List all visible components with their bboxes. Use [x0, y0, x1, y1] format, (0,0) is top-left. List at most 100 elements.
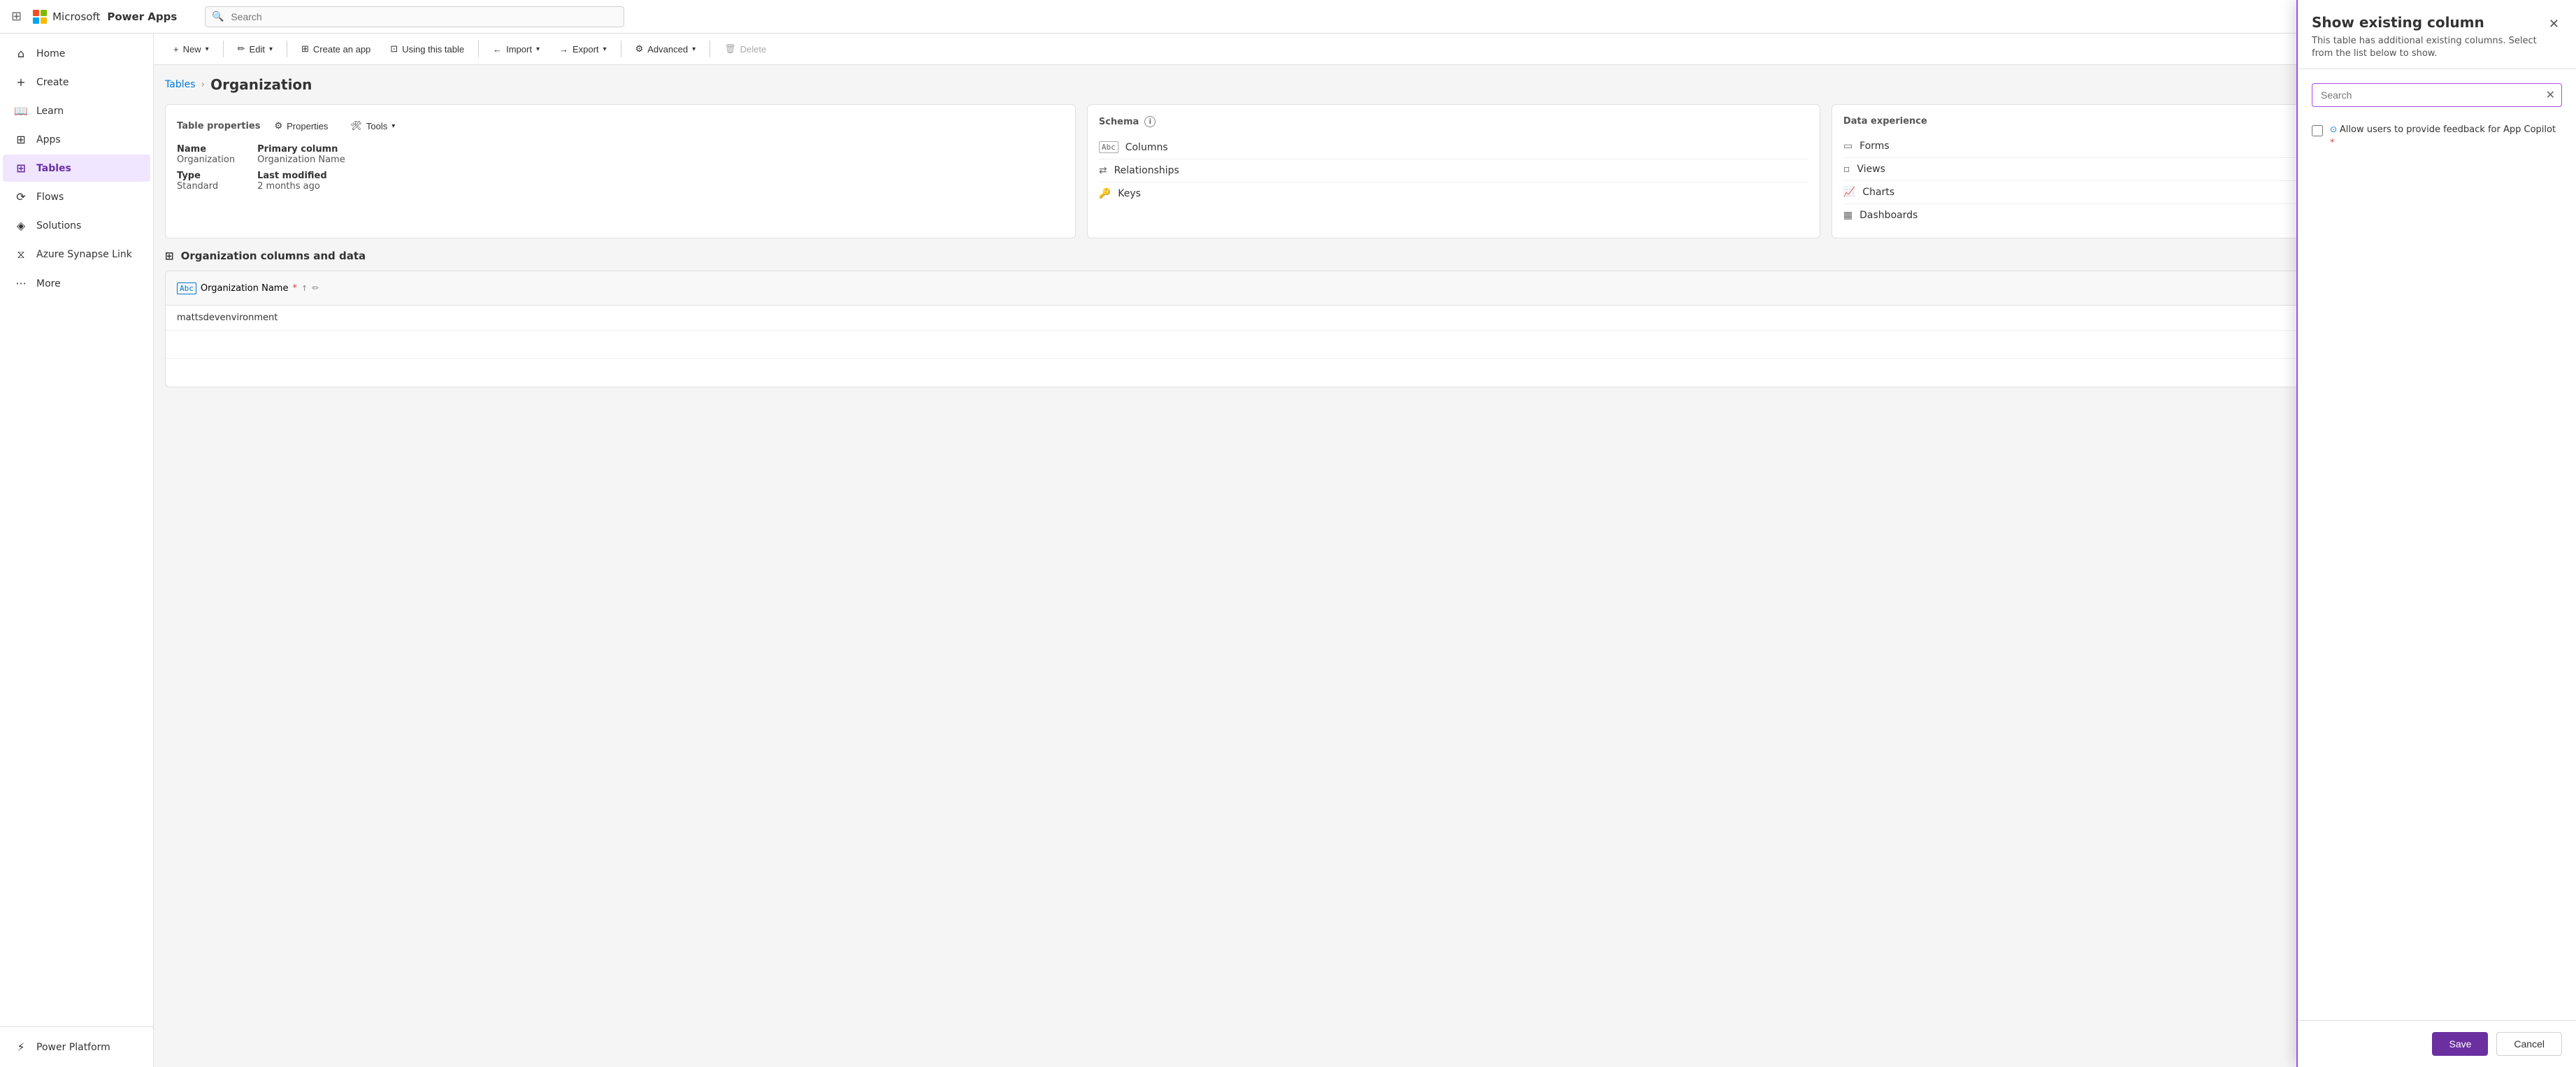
edit-icon: ✏ — [238, 43, 245, 55]
sidebar-item-azure-synapse[interactable]: ⧖ Azure Synapse Link — [3, 241, 150, 268]
edit-label: Edit — [250, 44, 265, 55]
copilot-feedback-checkbox[interactable] — [2312, 125, 2323, 136]
more-icon: ··· — [14, 277, 28, 290]
sidebar-bottom: ⚡ Power Platform — [0, 1026, 153, 1061]
cancel-button[interactable]: Cancel — [2496, 1032, 2562, 1056]
type-field: Type Standard — [177, 171, 235, 192]
logo: Microsoft Power Apps — [33, 10, 177, 24]
panel-subtitle: This table has additional existing colum… — [2312, 35, 2546, 60]
sort-icon[interactable]: ↑ — [301, 284, 308, 293]
new-button[interactable]: + New ▾ — [165, 40, 217, 59]
table-properties-card: Table properties ⚙ Properties 🛠 Tools ▾ — [165, 104, 1076, 238]
toggle-icon: ⊙ — [2330, 124, 2340, 134]
sidebar-label-more: More — [36, 278, 61, 289]
last-modified-field: Last modified 2 months ago — [257, 171, 345, 192]
delete-button[interactable]: 🗑 Delete — [716, 39, 775, 59]
azure-synapse-icon: ⧖ — [14, 248, 28, 262]
sidebar-label-tables: Tables — [36, 163, 71, 174]
sidebar: ⌂ Home + Create 📖 Learn ⊞ Apps ⊞ Tables … — [0, 34, 154, 1067]
name-field: Name Organization — [177, 144, 235, 165]
using-table-button[interactable]: ⊡ Using this table — [382, 39, 473, 59]
copilot-feedback-label: ⊙ Allow users to provide feedback for Ap… — [2330, 124, 2562, 149]
advanced-button[interactable]: ⚙ Advanced ▾ — [627, 39, 705, 59]
new-chevron-icon: ▾ — [206, 45, 209, 53]
data-exp-charts-label: Charts — [1862, 187, 1894, 198]
last-modified-value: 2 months ago — [257, 181, 345, 192]
power-platform-icon: ⚡ — [14, 1040, 28, 1054]
edit-column-icon[interactable]: ✏ — [312, 283, 319, 293]
properties-button[interactable]: ⚙ Properties — [266, 116, 336, 136]
search-icon: 🔍 — [212, 11, 224, 22]
panel-title: Show existing column — [2312, 14, 2546, 31]
data-exp-views-label: Views — [1857, 164, 1885, 175]
export-label: Export — [573, 44, 599, 55]
relationships-icon: ⇄ — [1099, 165, 1107, 176]
sidebar-item-solutions[interactable]: ◈ Solutions — [3, 212, 150, 239]
search-input[interactable] — [205, 6, 624, 27]
export-button[interactable]: → Export ▾ — [551, 40, 615, 59]
cards-row: Table properties ⚙ Properties 🛠 Tools ▾ — [154, 99, 2576, 250]
schema-label: Schema — [1099, 117, 1139, 127]
edit-button[interactable]: ✏ Edit ▾ — [229, 39, 281, 59]
sidebar-item-flows[interactable]: ⟳ Flows — [3, 183, 150, 210]
advanced-icon: ⚙ — [635, 43, 644, 55]
create-icon: + — [14, 76, 28, 89]
search-bar[interactable]: 🔍 — [205, 6, 624, 27]
new-icon: + — [173, 44, 179, 55]
sidebar-item-more[interactable]: ··· More — [3, 270, 150, 297]
separator-1 — [223, 41, 224, 57]
tools-icon: 🛠 — [350, 120, 362, 131]
schema-item-keys[interactable]: 🔑 Keys — [1099, 182, 1808, 205]
sidebar-item-create[interactable]: + Create — [3, 69, 150, 96]
schema-item-columns[interactable]: Abc Columns — [1099, 136, 1808, 159]
grid-icon[interactable]: ⊞ — [11, 9, 22, 24]
export-icon: → — [559, 44, 568, 55]
save-button[interactable]: Save — [2432, 1032, 2488, 1056]
columns-table-header-row: Abc Organization Name * ↑ ✏ +441 more ▾ … — [166, 271, 2564, 306]
import-label: Import — [506, 44, 532, 55]
type-label: Type — [177, 171, 235, 181]
breadcrumb-separator: › — [201, 79, 206, 90]
panel-header: Show existing column This table has addi… — [2298, 0, 2576, 69]
microsoft-logo — [33, 10, 47, 24]
sidebar-item-learn[interactable]: 📖 Learn — [3, 97, 150, 124]
col-name-header-label: Organization Name — [201, 283, 289, 294]
breadcrumb: Tables › Organization — [154, 65, 2576, 99]
panel-search-input[interactable]: copilot — [2312, 83, 2562, 107]
tools-label: Tools — [366, 121, 387, 131]
sidebar-label-create: Create — [36, 77, 69, 88]
tools-button[interactable]: 🛠 Tools ▾ — [342, 116, 403, 136]
sidebar-label-solutions: Solutions — [36, 220, 81, 231]
breadcrumb-tables-link[interactable]: Tables — [165, 79, 196, 90]
panel-checkbox-row: ⊙ Allow users to provide feedback for Ap… — [2312, 118, 2562, 155]
flows-icon: ⟳ — [14, 190, 28, 203]
sidebar-item-tables[interactable]: ⊞ Tables — [3, 155, 150, 182]
create-app-label: Create an app — [313, 44, 370, 55]
create-app-button[interactable]: ⊞ Create an app — [293, 39, 379, 59]
advanced-label: Advanced — [647, 44, 688, 55]
schema-keys-label: Keys — [1118, 188, 1141, 199]
schema-info-icon[interactable]: i — [1144, 116, 1156, 127]
primary-col-field: Primary column Organization Name — [257, 144, 345, 165]
panel-close-button[interactable]: ✕ — [2546, 14, 2562, 34]
tables-icon: ⊞ — [14, 162, 28, 175]
using-table-icon: ⊡ — [390, 43, 398, 55]
table-icon: ⊞ — [165, 250, 174, 262]
tools-chevron-icon: ▾ — [391, 122, 395, 130]
schema-item-relationships[interactable]: ⇄ Relationships — [1099, 159, 1808, 182]
panel-search-clear-button[interactable]: ✕ — [2546, 88, 2555, 102]
show-existing-column-panel: Show existing column This table has addi… — [2296, 0, 2576, 1067]
schema-relationships-label: Relationships — [1114, 165, 1179, 176]
sidebar-item-power-platform[interactable]: ⚡ Power Platform — [3, 1033, 150, 1061]
card-title-table-props: Table properties ⚙ Properties 🛠 Tools ▾ — [177, 116, 1064, 136]
col-data-cell-name: mattsdevenvironment — [166, 306, 2564, 330]
sidebar-item-home[interactable]: ⌂ Home — [3, 40, 150, 67]
table-row-empty-1 — [166, 331, 2564, 359]
schema-card: Schema i Abc Columns ⇄ Relationships 🔑 K… — [1087, 104, 1820, 238]
using-table-label: Using this table — [402, 44, 464, 55]
import-button[interactable]: ← Import ▾ — [484, 40, 548, 59]
sidebar-item-apps[interactable]: ⊞ Apps — [3, 126, 150, 153]
card-row: Name Organization Type Standard Primary … — [177, 144, 1064, 197]
card-tools: ⚙ Properties 🛠 Tools ▾ — [266, 116, 403, 136]
columns-section: ⊞ Organization columns and data Abc Orga… — [154, 250, 2576, 399]
